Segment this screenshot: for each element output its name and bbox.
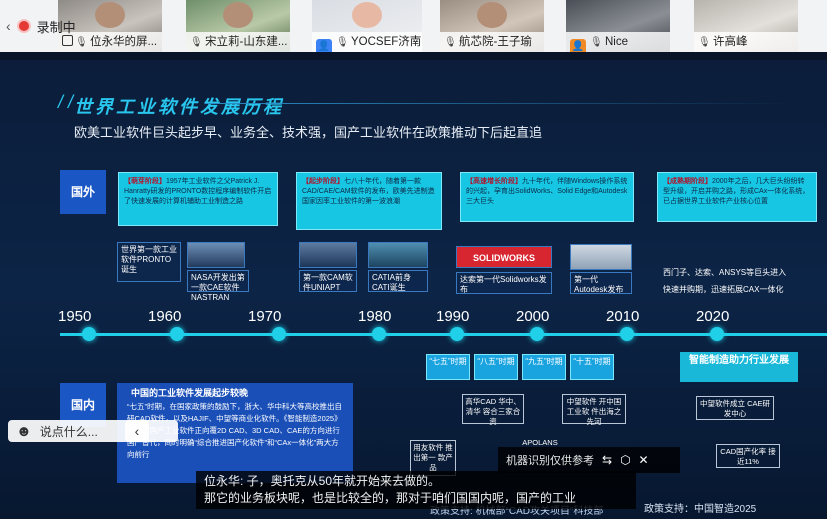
chat-input[interactable]: ☻ 说点什么... — [8, 420, 178, 442]
timeline-node — [710, 327, 724, 341]
timeline-node — [82, 327, 96, 341]
event-image — [570, 244, 632, 270]
caption-disclaimer: 机器识别仅供参考 — [506, 455, 594, 467]
domestic-summary-title: 中国的工业软件发展起步较晚 — [131, 388, 249, 398]
participant-face — [95, 2, 125, 28]
title-underline — [205, 103, 795, 104]
domestic-milestone: CAD国产化率 接近11% — [716, 444, 780, 468]
participant-strip: 🎙 位永华的屏... 🎙 宋立莉-山东建... 👤 🎙 YOCSEF济南 🎙 航芯院-王子… — [0, 0, 827, 52]
year-label: 2000 — [516, 308, 550, 325]
user-avatar-icon: 👤 — [316, 39, 332, 52]
event-label: 第一款CAM软件UNIAPT — [299, 270, 357, 292]
year-label: 1980 — [358, 308, 392, 325]
participant-name: Nice — [605, 36, 629, 48]
stage-key: 【萌芽阶段】 — [124, 178, 166, 185]
caption-line: 位永华: 子，奥托克从50年就开始来去做的。 — [204, 474, 441, 488]
timeline-node — [450, 327, 464, 341]
translate-icon[interactable]: ⇆ — [602, 453, 612, 467]
caption-toolbar: 机器识别仅供参考 ⇆ ⬡ ✕ — [498, 447, 680, 473]
stage-box: 【成熟期阶段】2000年之后，几大巨头纷纷转型升级，开启并购之路，形成CAx一体… — [657, 172, 817, 222]
domestic-milestone: 中望软件成立 CAE研发中心 — [696, 396, 774, 420]
back-chevron-icon[interactable]: ‹ — [6, 18, 11, 34]
mic-muted-icon: 🎙 — [590, 37, 603, 48]
participant-label: 👤 🎙 Nice — [566, 32, 670, 52]
solidworks-logo: SOLIDWORKS — [456, 246, 552, 268]
year-label: 2010 — [606, 308, 640, 325]
year-label: 1960 — [148, 308, 182, 325]
participant-name: 许高峰 — [713, 36, 748, 48]
caption-line: 那它的业务板块呢，也是比较全的，那对于咱们国国内呢，国产的工业 — [204, 491, 577, 505]
domestic-milestone: 高华CAD 华中、清华 容合三家合资 — [462, 394, 524, 426]
stage-key: 【起步阶段】 — [302, 178, 344, 185]
mic-muted-icon: 🎙 — [190, 37, 203, 48]
stage-box: 【高速增长阶段】九十年代，伴随Windows操作系统的兴起，孕育出SolidWo… — [460, 172, 634, 222]
participant-avatar — [352, 2, 382, 28]
meeting-window: 🎙 位永华的屏... 🎙 宋立莉-山东建... 👤 🎙 YOCSEF济南 🎙 航芯院-王子… — [0, 0, 827, 519]
participant-name: 航芯院-王子瑜 — [459, 36, 532, 48]
participant-tile[interactable]: 👤 🎙 YOCSEF济南 — [312, 0, 422, 52]
mic-icon: 🎙 — [75, 37, 88, 48]
timeline-node — [372, 327, 386, 341]
event-image — [368, 242, 428, 268]
live-caption: 位永华: 子，奥托克从50年就开始来去做的。 那它的业务板块呢，也是比较全的，那… — [196, 471, 636, 509]
recording-label: 录制中 — [36, 19, 76, 35]
event-image — [299, 242, 357, 268]
event-label: 西门子、达索、ANSYS等巨头进入 — [663, 268, 787, 277]
event-label: NASA开发出第一款CAE软件NASTRAN — [187, 270, 249, 302]
participant-name: 位永华的屏... — [90, 36, 158, 48]
policy-footer-right: 政策支持：中国智造2025 — [644, 504, 757, 515]
event-label: 世界第一款工业软件PRONTO诞生 — [117, 242, 181, 282]
domestic-milestone: 中望软件 开中国工业软 件出海之先河 — [562, 394, 626, 426]
stage-box: 【起步阶段】七八十年代，随着第一款CAD/CAE/CAM软件的发布，欧美先进制造… — [296, 172, 442, 230]
participant-name: YOCSEF济南 — [351, 36, 422, 48]
stage-box: 【萌芽阶段】1957年工业软件之父Patrick J. Hanratty研发的P… — [118, 172, 278, 226]
event-image — [187, 242, 245, 268]
smart-manufacturing-box: 智能制造助力行业发展 — [680, 352, 798, 382]
record-icon — [16, 19, 31, 33]
plan-period: “九五”时期 — [522, 354, 566, 380]
title-decoration: / / — [58, 92, 74, 112]
participant-label: 🎙 许高峰 — [694, 32, 798, 52]
year-label: 1950 — [58, 308, 92, 325]
participant-tile[interactable]: 👤 🎙 Nice — [566, 0, 670, 52]
timeline-node — [620, 327, 634, 341]
event-label: CATIA前身CATI诞生 — [368, 270, 428, 292]
timeline-node — [170, 327, 184, 341]
recording-indicator[interactable]: ‹ 录制中 — [6, 12, 76, 40]
slide-title: 世界工业软件发展历程 — [74, 97, 284, 117]
participant-tile[interactable]: 🎙 宋立莉-山东建... — [186, 0, 290, 52]
plan-period: “七五”时期 — [426, 354, 470, 380]
mic-muted-icon: 🎙 — [336, 37, 349, 48]
participant-label: 🎙 航芯院-王子瑜 — [440, 32, 544, 52]
stage-key: 【成熟期阶段】 — [663, 178, 712, 185]
emoji-icon[interactable]: ☻ — [16, 423, 32, 440]
year-label: 1970 — [248, 308, 282, 325]
participant-face — [223, 2, 253, 28]
participant-tile[interactable]: 🎙 许高峰 — [694, 0, 798, 52]
event-label: 第一代Autodesk发布 — [570, 272, 632, 294]
collapse-chevron-icon[interactable]: ‹ — [125, 420, 149, 442]
chat-placeholder: 说点什么... — [39, 424, 98, 439]
plan-period: “十五”时期 — [570, 354, 614, 380]
year-label: 1990 — [436, 308, 470, 325]
participant-face — [477, 2, 507, 28]
event-label: 快速并购期，迅速拓展CAX一体化 — [663, 285, 784, 294]
stage-key: 【高速增长阶段】 — [466, 178, 522, 185]
participant-label: 👤 🎙 YOCSEF济南 — [312, 32, 422, 52]
participant-tile[interactable]: 🎙 航芯院-王子瑜 — [440, 0, 544, 52]
plan-period: “八五”时期 — [474, 354, 518, 380]
slide-subtitle: 欧美工业软件巨头起步早、业务全、技术强，国产工业软件在政策推动下后起直追 — [74, 125, 543, 140]
year-label: 2020 — [696, 308, 730, 325]
user-avatar-icon: 👤 — [570, 39, 586, 52]
event-label: 达索第一代Solidworks发布 — [456, 272, 552, 294]
mic-muted-icon: 🎙 — [698, 37, 711, 48]
row-label-foreign: 国外 — [60, 170, 106, 214]
participant-label: 🎙 宋立莉-山东建... — [186, 32, 290, 52]
timeline-node — [272, 327, 286, 341]
timeline-node — [530, 327, 544, 341]
mic-muted-icon: 🎙 — [444, 37, 457, 48]
close-icon[interactable]: ✕ — [639, 453, 649, 467]
participant-name: 宋立莉-山东建... — [205, 36, 288, 48]
settings-icon[interactable]: ⬡ — [620, 453, 630, 467]
